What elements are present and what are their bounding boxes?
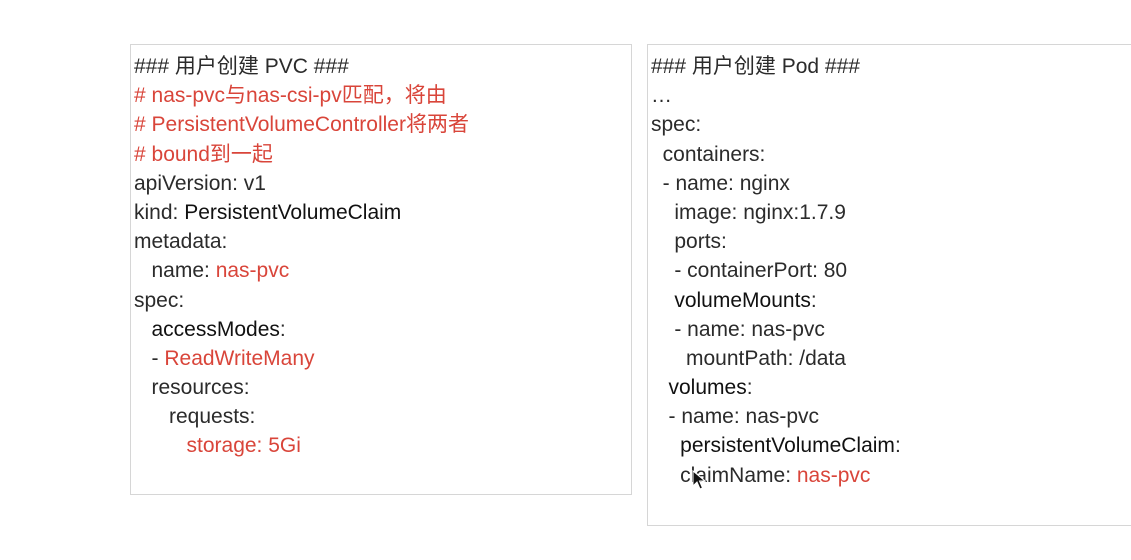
- code-token: mountPath: /data: [651, 346, 846, 370]
- code-token: spec:: [134, 288, 185, 312]
- code-token-highlight: # bound到一起: [134, 142, 273, 166]
- code-token: volumes: [651, 376, 747, 400]
- code-token: spec:: [651, 113, 702, 137]
- code-token: volumeMounts: [651, 288, 811, 312]
- code-token: metadata:: [134, 230, 228, 254]
- code-line: volumeMounts:: [651, 286, 1131, 315]
- code-line: containers:: [651, 140, 1131, 169]
- code-token: - name: nginx: [651, 171, 790, 195]
- code-token: - containerPort: 80: [651, 259, 848, 283]
- code-line: storage: 5Gi: [134, 431, 631, 460]
- mouse-pointer-icon: [692, 470, 706, 490]
- code-line: metadata:: [134, 227, 631, 256]
- code-token-highlight: nas-pvc: [215, 259, 290, 283]
- code-line: resources:: [134, 373, 631, 402]
- code-line: # PersistentVolumeController将两者: [134, 110, 631, 139]
- code-line: claimName: nas-pvc: [651, 461, 1131, 490]
- code-token: claimName:: [651, 463, 797, 487]
- code-token: ports:: [651, 230, 727, 254]
- code-line: # nas-pvc与nas-csi-pv匹配，将由: [134, 81, 631, 110]
- code-line: …: [651, 81, 1131, 110]
- code-line: volumes:: [651, 373, 1131, 402]
- code-token: :: [894, 434, 901, 458]
- code-token: requests:: [134, 405, 256, 429]
- pod-code-panel: ### 用户创建 Pod ### … spec: containers: - nam…: [647, 44, 1131, 526]
- code-token: -: [134, 346, 165, 370]
- pod-yaml-code: ### 用户创建 Pod ### … spec: containers: - nam…: [651, 52, 1131, 490]
- code-line: - name: nas-pvc: [651, 315, 1131, 344]
- code-token-highlight: storage: 5Gi: [134, 434, 301, 458]
- code-line: ports:: [651, 227, 1131, 256]
- code-token: kind:: [134, 200, 185, 224]
- code-token: PersistentVolumeClaim: [184, 200, 402, 224]
- code-token: ### 用户创建 Pod ###: [651, 55, 860, 78]
- code-line: - name: nas-pvc: [651, 402, 1131, 431]
- pvc-code-panel: ### 用户创建 PVC ### # nas-pvc与nas-csi-pv匹配，将…: [130, 44, 632, 495]
- code-line: accessModes:: [134, 315, 631, 344]
- code-line: apiVersion: v1: [134, 169, 631, 198]
- code-token: …: [651, 84, 672, 108]
- code-line: mountPath: /data: [651, 344, 1131, 373]
- code-token: - name: nas-pvc: [651, 405, 820, 429]
- code-line: ### 用户创建 PVC ###: [134, 52, 631, 81]
- code-line: name: nas-pvc: [134, 256, 631, 285]
- code-line: image: nginx:1.7.9: [651, 198, 1131, 227]
- code-token-highlight: # nas-pvc与nas-csi-pv匹配，将由: [134, 84, 447, 108]
- code-token: resources:: [134, 376, 250, 400]
- code-line: - name: nginx: [651, 169, 1131, 198]
- pvc-yaml-code: ### 用户创建 PVC ### # nas-pvc与nas-csi-pv匹配，将…: [134, 52, 631, 461]
- code-token-highlight: ReadWriteMany: [164, 346, 315, 370]
- code-line: spec:: [651, 110, 1131, 139]
- code-token: :: [746, 376, 753, 400]
- code-line: persistentVolumeClaim:: [651, 431, 1131, 460]
- code-token-highlight: # PersistentVolumeController将两者: [134, 113, 469, 137]
- code-token-highlight: nas-pvc: [796, 463, 871, 487]
- code-token: - name: nas-pvc: [651, 317, 825, 341]
- code-line: requests:: [134, 402, 631, 431]
- code-token: ### 用户创建 PVC ###: [134, 55, 349, 78]
- code-token: apiVersion: v1: [134, 171, 266, 195]
- code-line: - containerPort: 80: [651, 256, 1131, 285]
- code-line: # bound到一起: [134, 140, 631, 169]
- code-line: spec:: [134, 286, 631, 315]
- code-token: accessModes: [134, 317, 280, 341]
- code-token: name:: [134, 259, 216, 283]
- code-line: - ReadWriteMany: [134, 344, 631, 373]
- code-line: ### 用户创建 Pod ###: [651, 52, 1131, 81]
- code-token: :: [279, 317, 286, 341]
- code-token: persistentVolumeClaim: [651, 434, 895, 458]
- code-token: containers:: [651, 142, 766, 166]
- code-line: kind: PersistentVolumeClaim: [134, 198, 631, 227]
- code-token: image: nginx:1.7.9: [651, 200, 846, 224]
- code-token: :: [810, 288, 817, 312]
